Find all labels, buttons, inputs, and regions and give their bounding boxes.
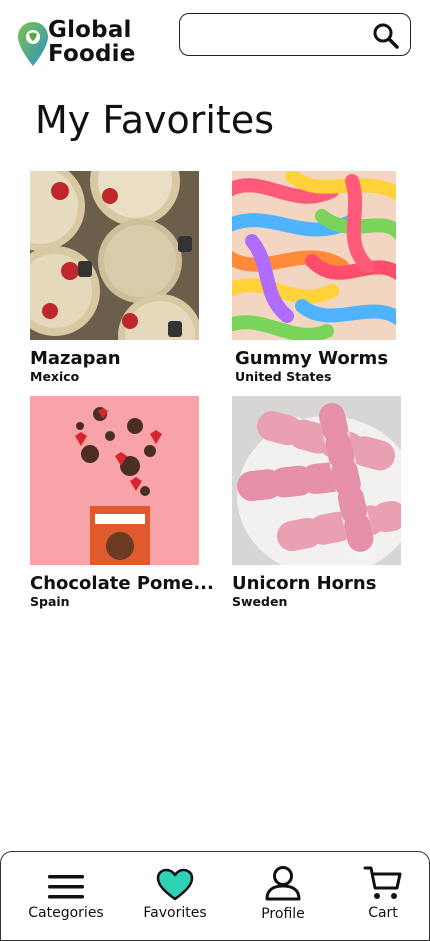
tab-profile[interactable]: Profile (233, 852, 333, 932)
menu-icon (48, 875, 84, 899)
favorite-card-unicorn-horns[interactable]: Unicorn Horns Sweden (232, 396, 402, 609)
heart-icon (156, 868, 194, 901)
tab-label: Profile (261, 906, 305, 922)
tab-label: Favorites (143, 905, 207, 921)
unicorn-horns-image[interactable] (232, 396, 401, 565)
favorite-country: Sweden (232, 594, 288, 609)
favorite-country: United States (235, 369, 332, 384)
tab-label: Cart (368, 905, 398, 921)
favorite-card-chocolate[interactable]: Chocolate Pome... Spain (30, 396, 214, 609)
page-title: My Favorites (35, 98, 275, 142)
cart-icon (363, 866, 402, 899)
favorite-name: Mazapan (30, 348, 121, 369)
gummy-worms-image[interactable] (232, 171, 396, 340)
search-icon[interactable] (372, 22, 400, 50)
bottom-nav: Categories Favorites Profile Cart (0, 851, 430, 941)
user-icon (265, 866, 301, 901)
favorite-card-gummy-worms[interactable]: Gummy Worms United States (232, 171, 402, 384)
app-logo[interactable]: Global Foodie (16, 18, 148, 70)
location-pin-icon (18, 22, 48, 66)
search-bar[interactable] (179, 13, 411, 56)
chocolate-image[interactable] (30, 396, 199, 565)
favorite-card-mazapan[interactable]: Mazapan Mexico (30, 171, 200, 384)
favorite-name: Unicorn Horns (232, 573, 377, 594)
logo-text-line2: Foodie (48, 41, 136, 67)
search-input[interactable] (192, 22, 366, 50)
tab-cart[interactable]: Cart (333, 852, 430, 932)
favorite-name: Chocolate Pome... (30, 573, 214, 594)
favorite-name: Gummy Worms (235, 348, 389, 369)
logo-text-line1: Global (48, 17, 132, 43)
mazapan-image[interactable] (30, 171, 199, 340)
favorite-country: Spain (30, 594, 70, 609)
favorite-country: Mexico (30, 369, 80, 384)
tab-favorites[interactable]: Favorites (125, 852, 225, 932)
tab-categories[interactable]: Categories (16, 852, 116, 932)
tab-label: Categories (28, 905, 104, 921)
